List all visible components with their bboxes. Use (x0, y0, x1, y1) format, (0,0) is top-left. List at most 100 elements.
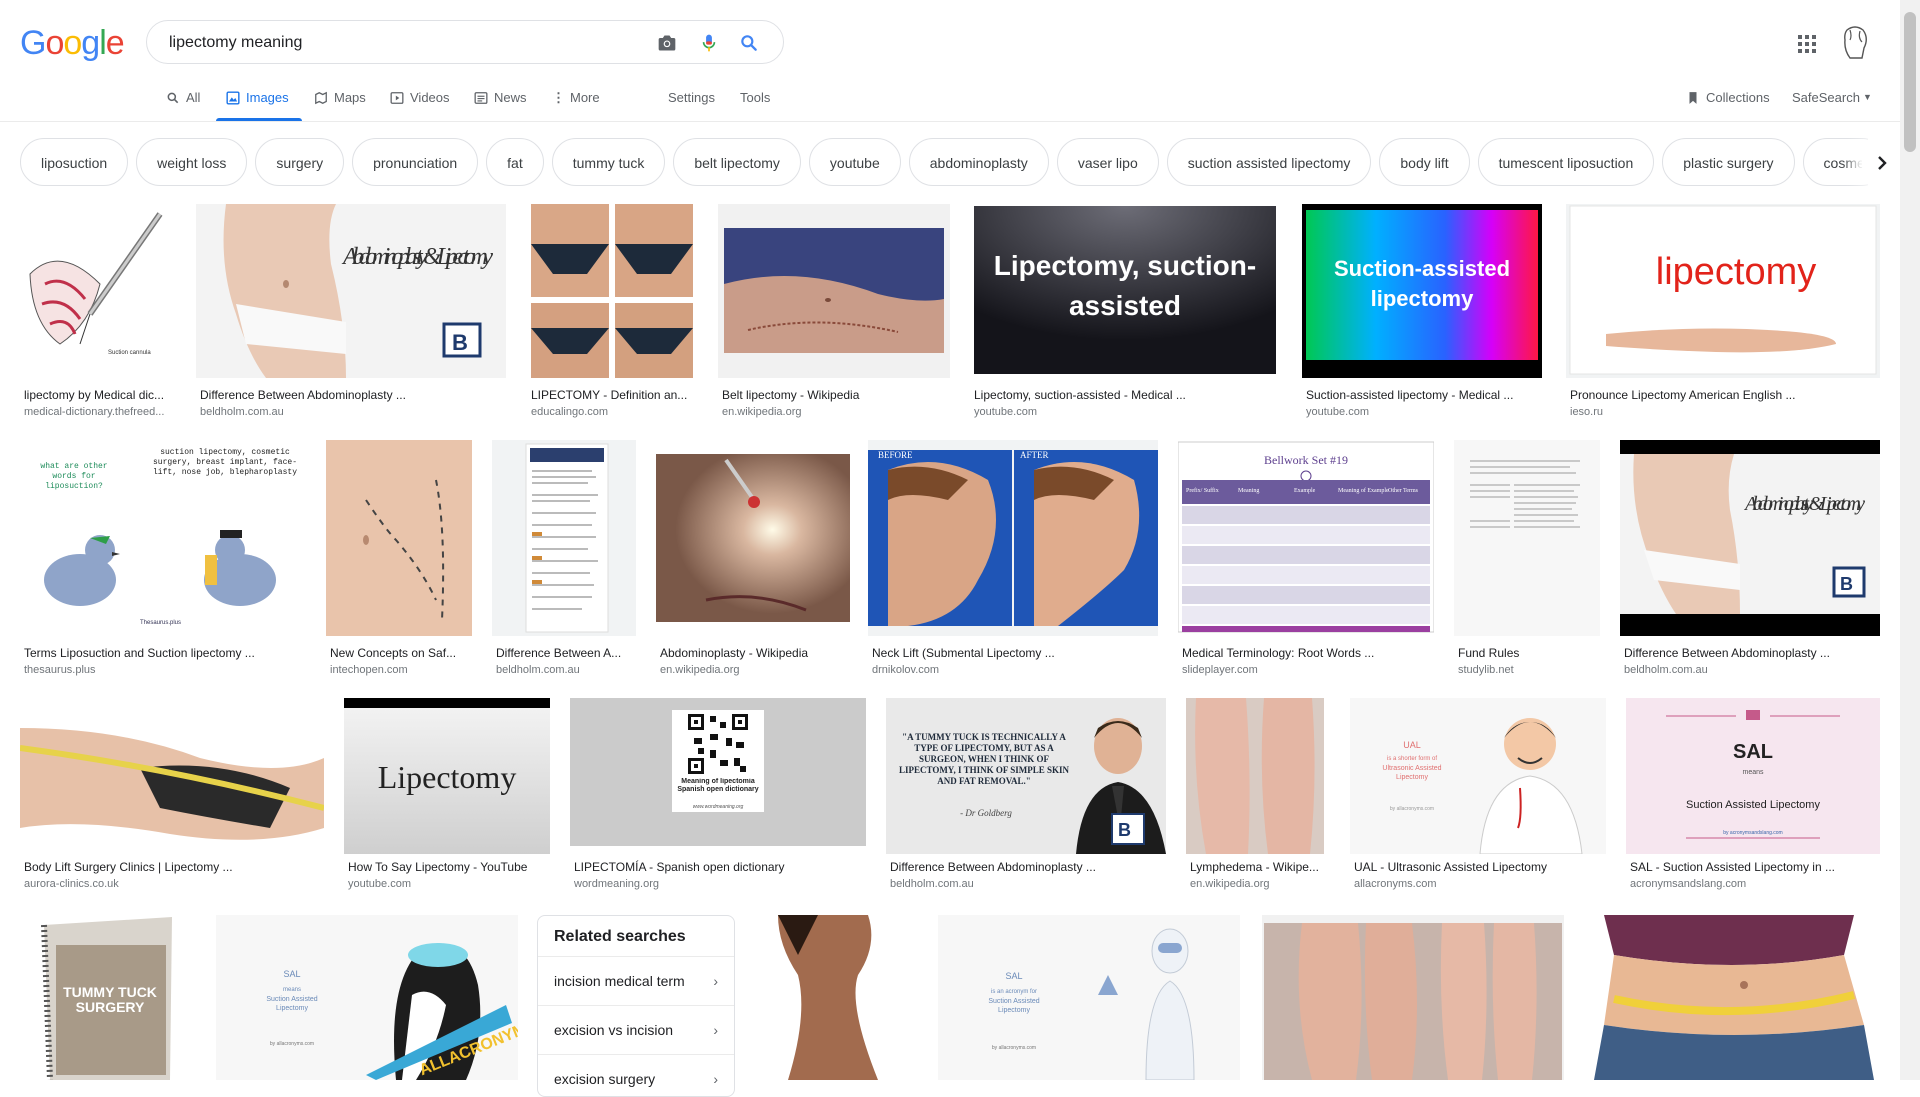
tab-label: Tools (740, 90, 771, 105)
table-header: Meaning of Example (1338, 487, 1389, 494)
result-source: studylib.net (1458, 664, 1514, 676)
chip-surgery[interactable]: surgery (255, 138, 345, 186)
surgery-photo (656, 454, 850, 622)
chip-abdominoplasty[interactable]: abdominoplasty (908, 138, 1049, 186)
related-search-item[interactable]: incision medical term › (538, 956, 734, 1005)
acronym-by: by allacronyms.com (992, 1045, 1036, 1051)
chevron-right-icon: › (713, 1022, 718, 1038)
result-card[interactable]: Lipectomy How To Say Lipectomy - YouTube… (344, 698, 550, 898)
result-card[interactable] (1262, 915, 1564, 1080)
search-input[interactable] (167, 32, 651, 54)
result-caption: Difference Between Abdominoplasty ... (200, 388, 406, 402)
result-card[interactable]: Abdominoplasty & Lipectomy B Difference … (1620, 440, 1880, 680)
result-card[interactable]: Belt lipectomy - Wikipedia en.wikipedia.… (718, 204, 950, 424)
result-card[interactable]: what are other words for liposuction? su… (20, 440, 308, 680)
tab-more[interactable]: ⋮ More (552, 90, 600, 122)
svg-text:B: B (452, 330, 468, 355)
result-card[interactable]: lipectomy Pronounce Lipectomy American E… (1566, 204, 1880, 424)
collections-button[interactable]: Collections (1686, 90, 1770, 122)
chip-tummy-tuck[interactable]: tummy tuck (551, 138, 666, 186)
chip-fat[interactable]: fat (486, 138, 544, 186)
account-avatar[interactable] (1838, 24, 1872, 60)
chip-vaser-lipo[interactable]: vaser lipo (1056, 138, 1159, 186)
tab-settings[interactable]: Settings (668, 90, 715, 122)
result-card[interactable]: BEFORE AFTER Neck Lift (Submental Lipect… (868, 440, 1158, 680)
result-caption: Pronounce Lipectomy American English ... (1570, 388, 1796, 402)
tab-videos[interactable]: Videos (390, 90, 450, 122)
document-page (525, 443, 609, 633)
chip-body-lift[interactable]: body lift (1379, 138, 1470, 186)
result-card[interactable]: Difference Between A... beldholm.com.au (492, 440, 636, 680)
result-card[interactable]: Abdominoplasty - Wikipedia en.wikipedia.… (656, 440, 850, 680)
gradient-title-slide: Suction-assisted lipectomy (1306, 204, 1538, 378)
result-source: educalingo.com (531, 406, 609, 418)
search-icon[interactable] (739, 33, 759, 53)
chip-pronunciation[interactable]: pronunciation (352, 138, 479, 186)
result-source: wordmeaning.org (574, 878, 659, 890)
abdomino-script: Abdominoplasty & Lipectomy (341, 244, 493, 270)
result-card[interactable]: SAL means Suction Assisted Lipectomy by … (1626, 698, 1880, 898)
result-card[interactable]: Fund Rules studylib.net (1454, 440, 1600, 680)
related-search-item[interactable]: excision vs incision › (538, 1005, 734, 1054)
result-thumbnail: TUMMY TUCK SURGERY (20, 915, 196, 1080)
result-source: medical-dictionary.thefreed... (24, 406, 165, 418)
result-caption: UAL - Ultrasonic Assisted Lipectomy (1354, 860, 1547, 874)
result-card[interactable]: Lymphedema - Wikipe... en.wikipedia.org (1186, 698, 1324, 898)
microphone-icon[interactable] (699, 33, 719, 53)
result-source: beldholm.com.au (890, 878, 974, 890)
search-box[interactable] (146, 20, 784, 64)
apps-grid-icon[interactable] (1797, 34, 1817, 54)
related-search-item[interactable]: excision surgery › (538, 1054, 734, 1096)
acronym: UAL (1403, 740, 1421, 750)
result-card[interactable]: Suction cannula lipectomy by Medical dic… (20, 204, 178, 424)
chip-plastic-surgery[interactable]: plastic surgery (1662, 138, 1795, 186)
result-card[interactable]: Meaning of lipectomia Spanish open dicti… (570, 698, 866, 898)
google-logo[interactable]: Google (20, 24, 125, 63)
chip-cosmetic[interactable]: cosme (1802, 138, 1868, 186)
bookmark-icon (1689, 92, 1697, 104)
result-card[interactable] (758, 915, 920, 1080)
robot-acronym-card: SAL is an acronym for Suction Assisted L… (938, 915, 1240, 1080)
result-card[interactable]: New Concepts on Saf... intechopen.com (326, 440, 472, 680)
safesearch-dropdown[interactable]: SafeSearch ▼ (1792, 90, 1872, 122)
page-scrollbar[interactable] (1900, 0, 1920, 1080)
result-thumbnail (326, 440, 472, 636)
result-thumbnail (758, 915, 920, 1080)
result-source: allacronyms.com (1354, 878, 1437, 890)
tab-news[interactable]: News (474, 90, 527, 122)
acronym-sub: is a shorter form of (1387, 756, 1437, 762)
tab-all[interactable]: All (166, 90, 200, 122)
chips-next-button[interactable] (1862, 139, 1902, 187)
result-card[interactable]: LIPECTOMY - Definition an... educalingo.… (527, 204, 697, 424)
result-card[interactable]: Lipectomy, suction-assisted Lipectomy, s… (970, 204, 1276, 424)
camera-icon[interactable] (657, 33, 677, 53)
result-thumbnail (1262, 915, 1564, 1080)
result-card[interactable]: SAL means Suction Assisted Lipectomy by … (216, 915, 518, 1080)
chip-suction-assisted-lipectomy[interactable]: suction assisted lipectomy (1166, 138, 1372, 186)
result-card[interactable]: "A TUMMY TUCK IS TECHNICALLY A TYPE OF L… (886, 698, 1166, 898)
chip-tumescent-liposuction[interactable]: tumescent liposuction (1477, 138, 1655, 186)
result-thumbnail: SAL means Suction Assisted Lipectomy by … (1626, 698, 1880, 854)
doctor-acronym-card: UAL is a shorter form of Ultrasonic Assi… (1350, 698, 1606, 854)
result-caption: Abdominoplasty - Wikipedia (660, 646, 809, 660)
result-caption: Fund Rules (1458, 646, 1520, 660)
scrollbar-thumb[interactable] (1904, 12, 1916, 152)
result-card[interactable]: Suction-assisted lipectomy Suction-assis… (1302, 204, 1542, 424)
chip-liposuction[interactable]: liposuction (20, 138, 129, 186)
result-card[interactable]: Abdominoplasty & Lipectomy B Difference … (196, 204, 506, 424)
abdomino-script: Abdominoplasty & Lipectomy (1743, 493, 1865, 515)
tab-tools[interactable]: Tools (740, 90, 770, 122)
result-card[interactable]: UAL is a shorter form of Ultrasonic Assi… (1350, 698, 1606, 898)
result-card[interactable] (1594, 915, 1874, 1080)
chip-weight-loss[interactable]: weight loss (136, 138, 248, 186)
result-thumbnail: what are other words for liposuction? su… (20, 440, 308, 636)
legs-before-after-photo (1264, 923, 1562, 1080)
result-card[interactable]: Body Lift Surgery Clinics | Lipectomy ..… (20, 698, 324, 898)
result-card[interactable]: SAL is an acronym for Suction Assisted L… (938, 915, 1240, 1080)
chip-youtube[interactable]: youtube (808, 138, 901, 186)
chip-belt-lipectomy[interactable]: belt lipectomy (673, 138, 801, 186)
result-source: beldholm.com.au (1624, 664, 1708, 676)
result-card[interactable]: TUMMY TUCK SURGERY (20, 915, 196, 1080)
tab-maps[interactable]: Maps (314, 90, 366, 122)
result-card[interactable]: Bellwork Set #19 Prefix/ Suffix Meaning … (1178, 440, 1434, 680)
